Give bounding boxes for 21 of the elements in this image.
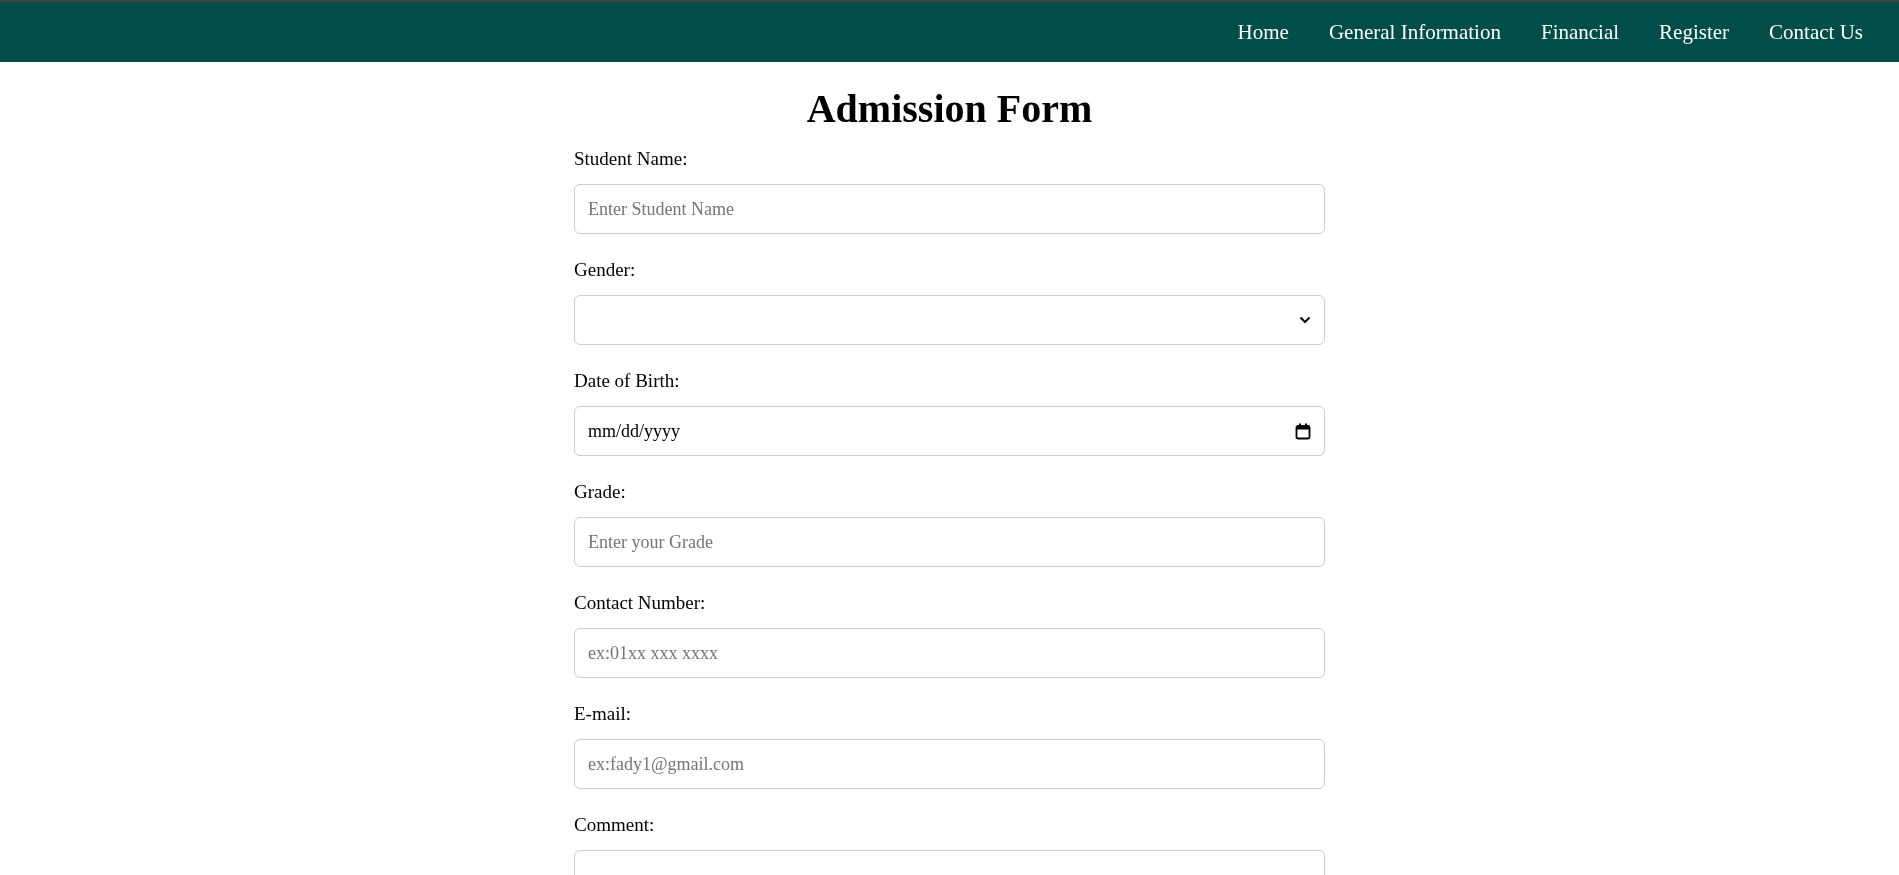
field-label: Date of Birth: [574, 370, 681, 392]
input-field[interactable]: Enter your Grade [574, 517, 1325, 567]
calendar-icon[interactable] [1295, 422, 1311, 440]
nav-link[interactable]: Financial [1540, 19, 1620, 45]
field-label: Grade: [574, 481, 627, 503]
input-field[interactable]: Enter Student Name [574, 184, 1325, 234]
nav-link[interactable]: Register [1659, 19, 1730, 45]
field-label: Contact Number: [574, 592, 707, 614]
field-label: Comment: [574, 814, 656, 836]
nav-link[interactable]: General Information [1328, 19, 1501, 45]
field-label: Gender: [574, 259, 637, 281]
field-label: E-mail: [574, 703, 632, 725]
nav-link[interactable]: Contact Us [1769, 19, 1863, 45]
input-field[interactable]: ex:fady1@gmail.com [574, 739, 1325, 789]
input-field[interactable]: ex:01xx xxx xxxx [574, 628, 1325, 678]
dropdown-field[interactable] [574, 295, 1325, 345]
date-field[interactable]: mm/dd/yyyy [574, 406, 1325, 456]
chevron-down-icon [1299, 316, 1311, 324]
nav-link[interactable]: Home [1237, 19, 1289, 45]
field-label: Student Name: [574, 148, 689, 170]
form-title: Admission Form [805, 86, 1094, 132]
